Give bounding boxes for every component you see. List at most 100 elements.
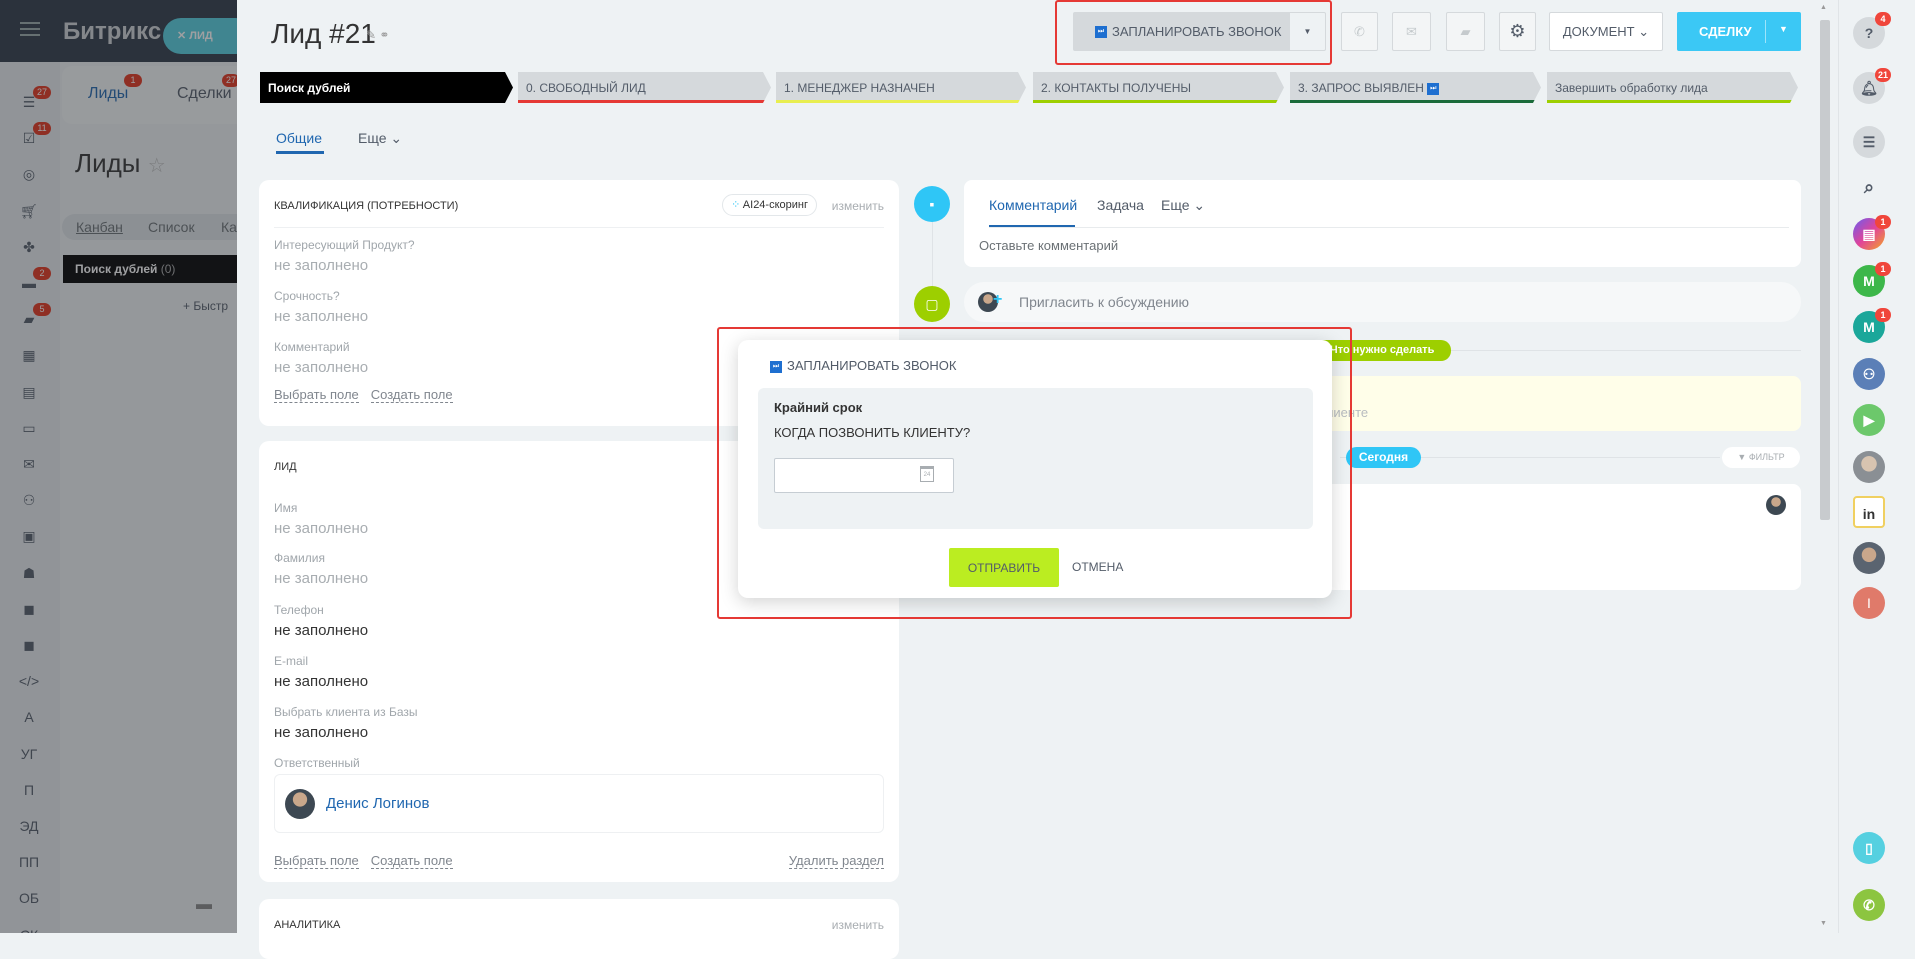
page-title: Лид #21 — [271, 18, 376, 49]
field-value[interactable]: не заполнено — [274, 257, 884, 274]
chat-bubble-icon: ▢ — [914, 286, 950, 322]
user-initial-icon[interactable]: I — [1853, 587, 1885, 619]
send-button[interactable]: ОТПРАВИТЬ — [949, 548, 1059, 587]
field-label: Срочность? — [274, 289, 340, 303]
settings-button[interactable]: ⚙ — [1499, 12, 1536, 51]
tab-general[interactable]: Общие — [276, 130, 322, 146]
highlight-box — [1055, 0, 1332, 65]
question-text: КОГДА ПОЗВОНИТЬ КЛИЕНТУ? — [774, 425, 971, 440]
in-logo-icon[interactable]: in — [1853, 496, 1885, 528]
chat-list-icon[interactable]: ☰ — [1853, 126, 1885, 158]
popup-title: ⏭ ЗАПЛАНИРОВАТЬ ЗВОНОК — [770, 358, 956, 373]
chat-icon: ▰ — [1460, 23, 1471, 39]
analytics-card: АНАЛИТИКА изменить — [259, 899, 899, 959]
create-field-link[interactable]: Создать поле — [370, 387, 453, 403]
todo-item[interactable] — [1310, 376, 1801, 431]
call-button[interactable]: ✆ — [1341, 12, 1378, 51]
phone-icon: ✆ — [1354, 23, 1365, 39]
section-title: АНАЛИТИКА — [274, 919, 341, 931]
stage-request-identified[interactable]: 3. ЗАПРОС ВЫЯВЛЕН ⏭ — [1290, 72, 1541, 103]
scroll-down-arrow[interactable]: ▼ — [1820, 920, 1827, 927]
tab-active-indicator — [276, 151, 324, 154]
field: Интересующий Продукт? не заполнено — [274, 228, 884, 279]
field-value[interactable]: не заполнено — [274, 724, 884, 741]
stage-manager-assigned[interactable]: 1. МЕНЕДЖЕР НАЗНАЧЕН — [776, 72, 1026, 103]
avatar — [285, 788, 315, 819]
scroll-up-arrow[interactable]: ▲ — [1820, 4, 1827, 11]
chat-button[interactable]: ▰ — [1446, 12, 1485, 51]
stage-contacts-received[interactable]: 2. КОНТАКТЫ ПОЛУЧЕНЫ — [1033, 72, 1284, 103]
field: Срочность? не заполнено — [274, 279, 884, 330]
right-rail: ? 4 🔔︎ 21 ☰ ⌕ ▤ 1 M 1 M 1 ⚇ ▶ in I ▯ ✆ — [1838, 0, 1915, 933]
field-label: Выбрать клиента из Базы — [274, 705, 418, 719]
calendar-icon[interactable]: 24 — [920, 466, 934, 482]
cancel-button[interactable]: ОТМЕНА — [1072, 560, 1123, 574]
convert-deal-button[interactable]: СДЕЛКУ ▼ — [1677, 12, 1801, 51]
document-button[interactable]: ДОКУМЕНТ ⌄ — [1549, 12, 1663, 51]
notifications-badge: 21 — [1875, 68, 1891, 82]
badge: 1 — [1875, 262, 1891, 276]
fast-forward-icon: ⏭ — [1427, 83, 1439, 95]
background-page: Битрикс ✕ ЛИД ☰ 27 ☑ 11 ◎ 🛒︎ ✤ ▬ 2 ▰ 5 ▦ ▤ ▭ ✉ ⚇ ▣ ☗ ◼ ◼ </>… — [0, 0, 237, 933]
timeline-editor: Комментарий Задача Еще ⌄ Оставьте коммен… — [964, 180, 1801, 267]
user-avatar-icon[interactable] — [1853, 542, 1885, 574]
video-icon[interactable]: ▶ — [1853, 404, 1885, 436]
chevron-down-icon: ⌄ — [1638, 23, 1650, 39]
field-label: E-mail — [274, 654, 309, 668]
gear-icon: ⚙ — [1509, 21, 1526, 41]
invite-to-discussion[interactable]: + Пригласить к обсуждению — [964, 282, 1801, 322]
filter-button[interactable]: ▼ ФИЛЬТР — [1722, 447, 1800, 468]
plus-icon: + — [993, 291, 1003, 308]
filter-icon: ▼ — [1737, 452, 1747, 462]
ai-scoring-chip[interactable]: ⁘ AI24-скоринг — [722, 194, 817, 216]
field-label: Ответственный — [274, 756, 360, 770]
responsible-user[interactable]: Денис Логинов — [274, 774, 884, 833]
stage-finish[interactable]: Завершить обработку лида — [1547, 72, 1798, 103]
create-field-link[interactable]: Создать поле — [370, 853, 453, 869]
chevron-down-icon: ⌄ — [390, 130, 403, 146]
user-avatar-icon[interactable] — [1853, 451, 1885, 483]
schedule-call-popup: ⏭ ЗАПЛАНИРОВАТЬ ЗВОНОК Крайний срок КОГДА… — [738, 340, 1332, 598]
edit-section-link[interactable]: изменить — [832, 918, 884, 932]
field-value[interactable]: не заполнено — [274, 308, 884, 325]
field-value[interactable]: не заполнено — [274, 673, 884, 690]
ai-icon: ⁘ — [731, 199, 741, 211]
badge: 1 — [1875, 308, 1891, 322]
avatar — [1766, 495, 1786, 515]
stage-duplicates[interactable]: Поиск дублей — [260, 72, 513, 103]
delete-section-link[interactable]: Удалить раздел — [788, 853, 884, 869]
field-value[interactable]: не заполнено — [274, 622, 884, 639]
select-field-link[interactable]: Выбрать поле — [274, 853, 359, 869]
select-field-link[interactable]: Выбрать поле — [274, 387, 359, 403]
edit-title-icon[interactable]: ✎ ⚭ — [366, 28, 389, 42]
deadline-label: Крайний срок — [774, 400, 863, 415]
stage-free-lead[interactable]: 0. СВОБОДНЫЙ ЛИД — [518, 72, 771, 103]
group-chat-icon[interactable]: ⚇ — [1853, 358, 1885, 390]
history-item — [1310, 484, 1801, 590]
mobile-app-icon[interactable]: ▯ — [1853, 832, 1885, 864]
fast-forward-icon: ⏭ — [770, 360, 782, 373]
help-badge: 4 — [1875, 12, 1891, 26]
chevron-down-icon: ⌄ — [1193, 197, 1206, 213]
user-name-link[interactable]: Денис Логинов — [326, 795, 429, 812]
mail-icon: ✉ — [1406, 23, 1417, 39]
tab-more[interactable]: Еще ⌄ — [1161, 197, 1205, 214]
today-badge: Сегодня — [1346, 447, 1421, 468]
edit-section-link[interactable]: изменить — [832, 199, 884, 213]
tab-more[interactable]: Еще ⌄ — [358, 130, 402, 147]
caret-down-icon: ▼ — [1779, 24, 1788, 34]
search-icon[interactable]: ⌕ — [1853, 171, 1885, 203]
comment-icon: ▪ — [914, 186, 950, 222]
tab-task[interactable]: Задача — [1097, 197, 1144, 213]
deal-label: СДЕЛКУ — [1699, 24, 1752, 39]
document-label: ДОКУМЕНТ — [1562, 24, 1635, 39]
scrollbar[interactable] — [1820, 20, 1830, 520]
tab-comment[interactable]: Комментарий — [989, 197, 1077, 213]
invite-label: Пригласить к обсуждению — [1019, 294, 1190, 310]
overlay[interactable] — [0, 0, 237, 933]
phone-icon[interactable]: ✆ — [1853, 889, 1885, 921]
email-button[interactable]: ✉ — [1392, 12, 1431, 51]
comment-input[interactable]: Оставьте комментарий — [979, 238, 1118, 253]
field-label: Интересующий Продукт? — [274, 238, 415, 252]
popup-body: Крайний срок КОГДА ПОЗВОНИТЬ КЛИЕНТУ? 24 — [758, 388, 1313, 529]
